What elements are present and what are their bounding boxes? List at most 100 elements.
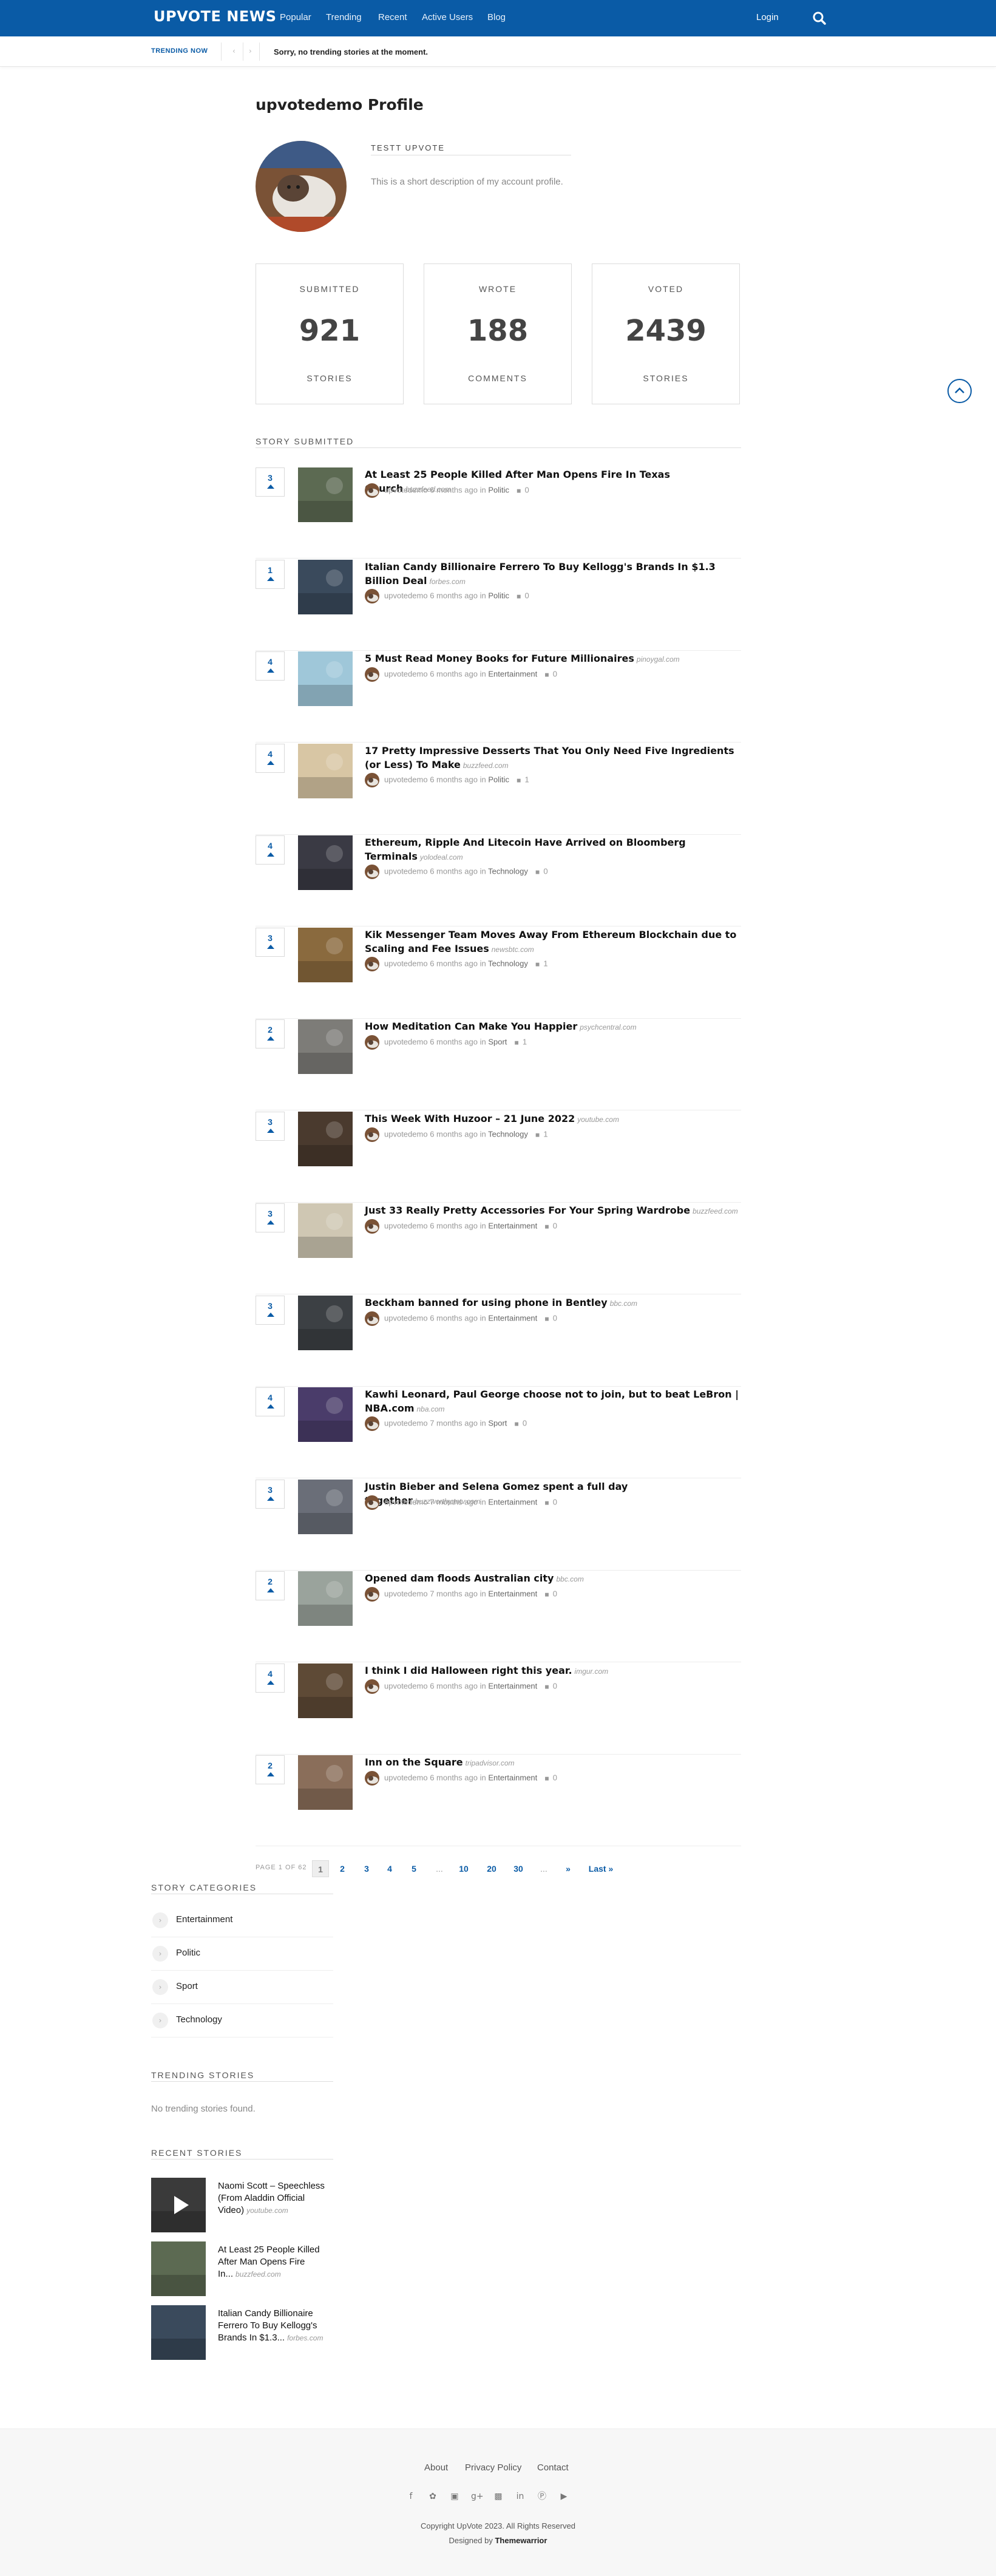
recent-story[interactable]: Naomi Scott – Speechless (From Aladdin O… — [151, 2178, 333, 2232]
pinterest-icon[interactable]: Ⓟ — [537, 2491, 547, 2502]
author-avatar[interactable] — [365, 1035, 379, 1050]
nav-recent[interactable]: Recent — [378, 12, 407, 22]
comment-count[interactable]: 0 — [553, 1589, 557, 1598]
pagination-item[interactable]: 3 — [358, 1860, 375, 1877]
pagination-item[interactable]: 20 — [482, 1860, 501, 1877]
story-domain[interactable]: pinoygal.com — [637, 655, 680, 664]
recent-thumbnail[interactable] — [151, 2241, 206, 2296]
story-category[interactable]: Entertainment — [488, 1497, 537, 1506]
recent-domain[interactable]: youtube.com — [246, 2206, 288, 2215]
comment-count[interactable]: 1 — [543, 959, 547, 968]
category-label[interactable]: Sport — [176, 1981, 198, 1991]
category-item[interactable]: › Entertainment — [151, 1904, 333, 1937]
comment-count[interactable]: 1 — [523, 1037, 527, 1046]
upvote-button[interactable]: 3 — [256, 467, 285, 497]
story-thumbnail[interactable] — [298, 1387, 353, 1442]
story-category[interactable]: Entertainment — [488, 1681, 537, 1690]
upvote-button[interactable]: 4 — [256, 835, 285, 865]
story-title[interactable]: How Meditation Can Make You Happier psych… — [365, 1019, 741, 1035]
nav-popular[interactable]: Popular — [280, 12, 311, 22]
story-title[interactable]: Kik Messenger Team Moves Away From Ether… — [365, 928, 741, 957]
search-icon[interactable] — [811, 10, 827, 26]
facebook-icon[interactable]: f — [405, 2491, 416, 2502]
author-avatar[interactable] — [365, 1587, 379, 1602]
story-domain[interactable]: buzzfeed.com — [463, 761, 509, 770]
story-category[interactable]: Entertainment — [488, 1221, 537, 1230]
author-avatar[interactable] — [365, 1219, 379, 1234]
pagination-item[interactable]: 5 — [405, 1860, 422, 1877]
story-domain[interactable]: psychcentral.com — [580, 1023, 636, 1031]
pagination-item[interactable]: 10 — [454, 1860, 473, 1877]
category-item[interactable]: › Technology — [151, 2004, 333, 2037]
designer-link[interactable]: Themewarrior — [495, 2536, 547, 2545]
story-category[interactable]: Entertainment — [488, 1589, 537, 1598]
story-title-text[interactable]: Just 33 Really Pretty Accessories For Yo… — [365, 1205, 690, 1216]
recent-title[interactable]: Italian Candy Billionaire Ferrero To Buy… — [218, 2308, 333, 2344]
story-thumbnail[interactable] — [298, 467, 353, 522]
comment-count[interactable]: 0 — [553, 1681, 557, 1690]
story-title-text[interactable]: How Meditation Can Make You Happier — [365, 1021, 577, 1032]
upvote-button[interactable]: 3 — [256, 927, 285, 957]
author-name[interactable]: upvotedemo — [384, 485, 428, 494]
upvote-button[interactable]: 1 — [256, 559, 285, 589]
story-thumbnail[interactable] — [298, 1479, 353, 1534]
recent-thumbnail[interactable] — [151, 2178, 206, 2232]
trending-next-icon[interactable]: › — [249, 47, 252, 55]
comment-count[interactable]: 0 — [543, 866, 547, 875]
upvote-button[interactable]: 4 — [256, 1663, 285, 1693]
comment-count[interactable]: 0 — [553, 669, 557, 678]
comment-count[interactable]: 1 — [543, 1129, 547, 1138]
story-title[interactable]: Opened dam floods Australian city bbc.com — [365, 1571, 741, 1586]
recent-domain[interactable]: forbes.com — [287, 2334, 323, 2342]
author-name[interactable]: upvotedemo — [384, 591, 428, 600]
story-title-text[interactable]: Italian Candy Billionaire Ferrero To Buy… — [365, 561, 716, 586]
recent-thumbnail[interactable] — [151, 2305, 206, 2360]
author-name[interactable]: upvotedemo — [384, 775, 428, 784]
story-category[interactable]: Politic — [488, 485, 509, 494]
story-category[interactable]: Entertainment — [488, 669, 537, 678]
story-category[interactable]: Politic — [488, 775, 509, 784]
comment-count[interactable]: 0 — [553, 1221, 557, 1230]
author-avatar[interactable] — [365, 1771, 379, 1786]
author-avatar[interactable] — [365, 588, 379, 603]
author-name[interactable]: upvotedemo — [384, 1313, 428, 1322]
google-plus-icon[interactable]: g+ — [471, 2491, 484, 2502]
youtube-icon[interactable]: ▶ — [558, 2491, 569, 2502]
story-thumbnail[interactable] — [298, 835, 353, 890]
story-category[interactable]: Sport — [488, 1037, 507, 1046]
footer-privacy-link[interactable]: Privacy Policy — [465, 2462, 521, 2473]
author-avatar[interactable] — [365, 667, 379, 682]
story-title[interactable]: Ethereum, Ripple And Litecoin Have Arriv… — [365, 835, 741, 865]
story-category[interactable]: Technology — [488, 1129, 528, 1138]
story-category[interactable]: Entertainment — [488, 1313, 537, 1322]
pagination-item[interactable]: 30 — [509, 1860, 528, 1877]
story-title-text[interactable]: I think I did Halloween right this year. — [365, 1665, 572, 1676]
story-domain[interactable]: youtube.com — [577, 1115, 619, 1124]
nav-blog[interactable]: Blog — [487, 12, 506, 22]
story-domain[interactable]: tripadvisor.com — [466, 1759, 515, 1767]
story-title-text[interactable]: 5 Must Read Money Books for Future Milli… — [365, 653, 634, 664]
back-to-top-button[interactable] — [947, 379, 972, 403]
recent-title[interactable]: Naomi Scott – Speechless (From Aladdin O… — [218, 2180, 333, 2217]
story-title[interactable]: 5 Must Read Money Books for Future Milli… — [365, 651, 741, 667]
author-name[interactable]: upvotedemo — [384, 1129, 428, 1138]
comment-count[interactable]: 0 — [553, 1313, 557, 1322]
story-title[interactable]: Beckham banned for using phone in Bentle… — [365, 1296, 741, 1311]
nav-trending[interactable]: Trending — [326, 12, 362, 22]
author-name[interactable]: upvotedemo — [384, 1418, 428, 1427]
story-domain[interactable]: buzzfeed.com — [693, 1207, 738, 1215]
story-thumbnail[interactable] — [298, 927, 353, 982]
upvote-button[interactable]: 2 — [256, 1571, 285, 1600]
story-domain[interactable]: bbc.com — [610, 1299, 637, 1308]
story-domain[interactable]: yolodeal.com — [420, 853, 463, 861]
story-title-text[interactable]: Inn on the Square — [365, 1756, 463, 1768]
story-thumbnail[interactable] — [298, 1295, 353, 1350]
author-avatar[interactable] — [365, 1495, 379, 1510]
upvote-button[interactable]: 4 — [256, 651, 285, 681]
story-title[interactable]: This Week With Huzoor – 21 June 2022 yout… — [365, 1112, 741, 1127]
author-name[interactable]: upvotedemo — [384, 1037, 428, 1046]
recent-story[interactable]: Italian Candy Billionaire Ferrero To Buy… — [151, 2305, 333, 2360]
pagination-item[interactable]: » — [561, 1860, 575, 1877]
author-avatar[interactable] — [365, 1416, 379, 1431]
author-name[interactable]: upvotedemo — [384, 1589, 428, 1598]
